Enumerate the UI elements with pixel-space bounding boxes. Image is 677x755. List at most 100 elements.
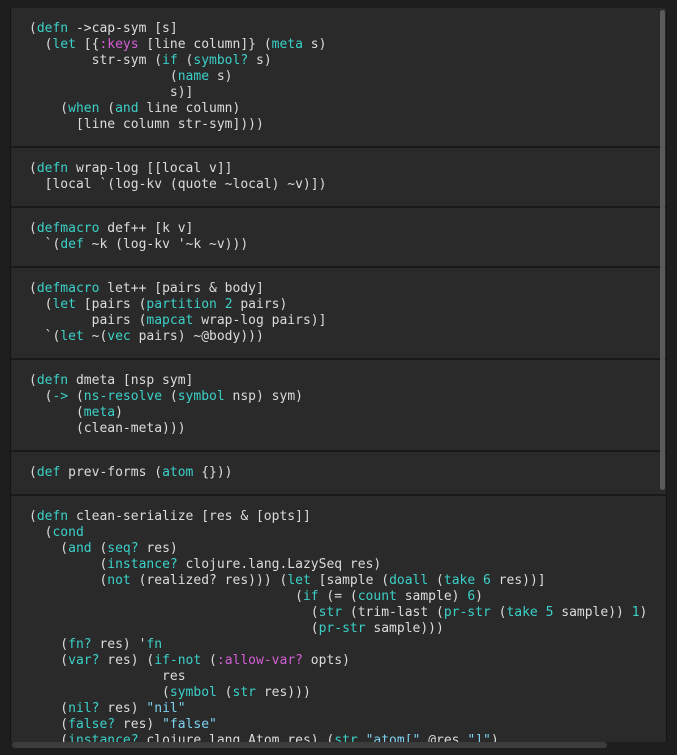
code-block[interactable]: (defn wrap-log [[local v]] [local `(log-… [29, 161, 666, 193]
code-token: @res [420, 733, 468, 742]
code-token: if-not [154, 653, 202, 668]
code-block[interactable]: (defn clean-serialize [res & [opts]] (co… [29, 509, 666, 742]
code-token: res))] [490, 573, 546, 588]
code-token: defn [36, 161, 69, 176]
code-token: let [60, 329, 84, 344]
code-block[interactable]: (defn ->cap-sym [s] (let [{:keys [line c… [29, 21, 666, 133]
code-line: (clean-meta))) [29, 421, 186, 436]
code-cell[interactable]: (defmacro def++ [k v] `(def ~k (log-kv '… [11, 208, 666, 268]
code-token: defn [36, 373, 69, 388]
code-token: (realized? res))) ( [130, 573, 288, 588]
code-token: and [68, 541, 92, 556]
code-token: :keys [99, 37, 139, 52]
code-cell[interactable]: (defmacro let++ [pairs & body] (let [pai… [11, 268, 666, 360]
horizontal-scrollbar[interactable] [12, 742, 607, 748]
code-token: ( [29, 281, 37, 296]
code-token: s) [302, 37, 327, 52]
code-token: symbol [177, 389, 225, 404]
code-token: sample)) [553, 605, 632, 620]
code-token: [line column str-sym]))) [29, 117, 264, 132]
code-token: "]" [467, 733, 491, 742]
code-token: s) [248, 53, 272, 68]
code-token: clean-serialize [res & [opts]] [68, 509, 311, 524]
code-line: (instance? clojure.lang.LazySeq res) [29, 557, 381, 572]
code-token: [sample ( [310, 573, 390, 588]
code-token: str [334, 733, 358, 742]
code-token: ( [29, 573, 108, 588]
code-token: [{ [75, 37, 100, 52]
code-token: [pairs ( [75, 297, 147, 312]
code-line: [local `(log-kv (quote ~local) ~v)]) [29, 177, 327, 192]
code-line: `(let ~(vec pairs) ~@body))) [29, 329, 264, 344]
code-token: defn [36, 509, 69, 524]
code-line: (if (= (count sample) 6) [29, 589, 483, 604]
code-token: ( [29, 373, 37, 388]
code-token: ( [29, 389, 53, 404]
code-token: ~k (log-kv '~k ~v))) [83, 237, 249, 252]
code-token: ( [29, 37, 53, 52]
code-token: str [232, 685, 256, 700]
code-token: instance? [68, 733, 139, 742]
code-token: symbol [169, 685, 217, 700]
code-token: vec [107, 329, 131, 344]
code-token: 6 [483, 573, 491, 588]
code-line: (let [pairs (partition 2 pairs) [29, 297, 288, 312]
code-block[interactable]: (def prev-forms (atom {})) [29, 465, 666, 481]
code-cell[interactable]: (defn dmeta [nsp sym] (-> (ns-resolve (s… [11, 360, 666, 452]
code-token: ( [29, 101, 69, 116]
code-token: `( [29, 237, 61, 252]
code-token: ( [29, 733, 69, 742]
code-line: (defn ->cap-sym [s] [29, 21, 178, 36]
code-block[interactable]: (defn dmeta [nsp sym] (-> (ns-resolve (s… [29, 373, 666, 437]
code-token: mapcat [146, 313, 194, 328]
code-token: res) ' [91, 637, 147, 652]
code-token: ( [29, 69, 178, 84]
code-token: ( [91, 541, 108, 556]
code-line: (let [{:keys [line column]} (meta s) [29, 37, 327, 52]
code-line: (not (realized? res))) (let [sample (doa… [29, 573, 546, 588]
code-token: instance? [107, 557, 178, 572]
code-token: sample))) [365, 621, 444, 636]
code-token: line column) [138, 101, 241, 116]
code-token: doall [389, 573, 429, 588]
code-cell[interactable]: (def prev-forms (atom {})) [11, 452, 666, 496]
code-token: (= ( [318, 589, 358, 604]
code-line: (defn dmeta [nsp sym] [29, 373, 193, 388]
code-editor[interactable]: (defn ->cap-sym [s] ( let [{:keys [line c… [10, 8, 667, 742]
code-token: clojure.lang.Atom res) ( [138, 733, 335, 742]
code-token: ) [475, 589, 483, 604]
code-token: (trim-last ( [342, 605, 444, 620]
code-token: nil? [68, 701, 100, 716]
code-line: (defmacro def++ [k v] [29, 221, 193, 236]
code-token: defmacro [36, 221, 100, 236]
code-cell[interactable]: (defn ->cap-sym [s] (let [{:keys [line c… [11, 8, 666, 148]
code-token: ( [29, 557, 108, 572]
code-line: s)] [29, 85, 194, 100]
code-token: ( [29, 465, 37, 480]
code-token: take [443, 573, 476, 588]
code-token: meta [271, 37, 303, 52]
code-token: ~( [83, 329, 108, 344]
code-token: ( [29, 509, 37, 524]
code-token: ( [29, 685, 170, 700]
code-line: (def prev-forms (atom {})) [29, 465, 233, 480]
code-token: opts) [302, 653, 350, 668]
code-token: if [302, 589, 319, 604]
code-line: (defn wrap-log [[local v]] [29, 161, 233, 176]
code-token: symbol? [193, 53, 249, 68]
code-block[interactable]: (defmacro def++ [k v] `(def ~k (log-kv '… [29, 221, 666, 253]
code-cell[interactable]: (defn wrap-log [[local v]] [local `(log-… [11, 148, 666, 208]
code-line: str-sym (if (symbol? s) [29, 53, 272, 68]
code-line: (fn? res) 'fn [29, 637, 162, 652]
code-token: when [68, 101, 100, 116]
vertical-scrollbar[interactable] [658, 8, 666, 742]
code-token: pairs ( [29, 313, 147, 328]
code-block[interactable]: (defmacro let++ [pairs & body] (let [pai… [29, 281, 666, 345]
code-line: (-> (ns-resolve (symbol nsp) sym) [29, 389, 303, 404]
vertical-scrollbar-thumb[interactable] [660, 10, 665, 490]
code-token: defmacro [36, 281, 100, 296]
code-line: (false? res) "false" [29, 717, 217, 732]
code-cell[interactable]: (defn clean-serialize [res & [opts]] (co… [11, 496, 666, 742]
code-token: not [107, 573, 131, 588]
